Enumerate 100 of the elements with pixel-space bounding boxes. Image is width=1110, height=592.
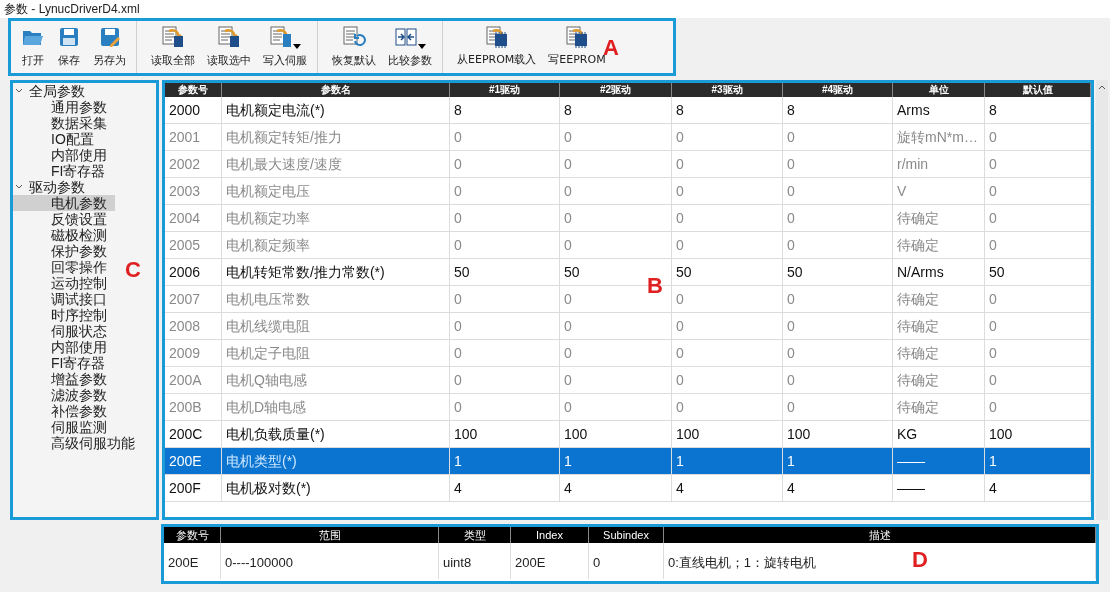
table-cell: 200A [165,367,222,393]
table-cell: 电机转矩常数/推力常数(*) [222,259,450,285]
column-header[interactable]: #1驱动 [450,83,560,97]
table-row[interactable]: 2001 电机额定转矩/推力 0 0 0 0 旋转mN*m… 0 [165,124,1091,151]
column-header[interactable]: #4驱动 [783,83,893,97]
tree-item[interactable]: 运动控制 [13,275,115,291]
toolbar-button[interactable]: 从EEPROM载入 [451,22,543,72]
column-header[interactable]: #3驱动 [672,83,783,97]
tree-item[interactable]: FI寄存器 [13,163,114,179]
table-cell: 0 [985,151,1091,177]
chevron-icon[interactable] [15,87,23,95]
toolbar-button[interactable]: 读取选中 [201,22,257,72]
window-title: 参数 - LynucDriverD4.xml [4,1,140,18]
chevron-icon[interactable] [15,183,23,191]
tree-item[interactable]: 数据采集 [13,115,115,131]
table-cell: 0 [783,124,893,150]
tree-item[interactable]: FI寄存器 [13,355,114,371]
table-cell: 2009 [165,340,222,366]
tree-item[interactable]: 回零操作 [13,259,115,275]
tree-item[interactable]: 增益参数 [13,371,115,387]
table-cell: 电机额定电压 [222,178,450,204]
tree-item[interactable]: 全局参数 [13,83,156,99]
tree-item[interactable]: 内部使用 [13,339,115,355]
table-cell: 电机类型(*) [222,448,450,474]
tree-item[interactable]: 滤波参数 [13,387,115,403]
table-cell: 0 [560,232,672,258]
table-cell: 0 [985,313,1091,339]
table-cell: 200F [165,475,222,501]
table-cell: 4 [985,475,1091,501]
table-row[interactable]: 2008 电机线缆电阻 0 0 0 0 待确定 0 [165,313,1091,340]
toolbar-button[interactable]: 打开 [15,22,51,72]
table-cell: 0 [985,124,1091,150]
table-cell: 待确定 [893,286,985,312]
table-cell: —— [893,448,985,474]
table-cell: 电机定子电阻 [222,340,450,366]
table-cell: 50 [985,259,1091,285]
column-header: 描述 [664,527,1096,543]
tree-item[interactable]: 高级伺服功能 [13,435,143,451]
toolbar-button[interactable]: 比较参数 [382,22,438,72]
table-cell: 待确定 [893,232,985,258]
tree-item[interactable]: 反馈设置 [13,211,115,227]
table-row[interactable]: 200B 电机D轴电感 0 0 0 0 待确定 0 [165,394,1091,421]
tree-item[interactable]: 内部使用 [13,147,115,163]
scrollbar[interactable] [1096,80,1108,520]
table-cell: 4 [450,475,560,501]
table-cell: 2008 [165,313,222,339]
table-row[interactable]: 2004 电机额定功率 0 0 0 0 待确定 0 [165,205,1091,232]
table-row[interactable]: 2005 电机额定频率 0 0 0 0 待确定 0 [165,232,1091,259]
table-cell: 0 [450,232,560,258]
table-cell: 1 [783,448,893,474]
scroll-up-icon[interactable] [1098,84,1106,90]
table-cell: 0 [783,232,893,258]
table-row[interactable]: 2000 电机额定电流(*) 8 8 8 8 Arms 8 [165,97,1091,124]
tree-item[interactable]: 调试接口 [13,291,115,307]
table-cell: 0 [783,394,893,420]
tree-item[interactable]: 电机参数 [13,195,115,211]
column-header[interactable]: 单位 [893,83,985,97]
tree-item[interactable]: 时序控制 [13,307,115,323]
table-row[interactable]: 200F 电机极对数(*) 4 4 4 4 —— 4 [165,475,1091,502]
table-cell: 电机线缆电阻 [222,313,450,339]
tree-item[interactable]: 磁极检测 [13,227,115,243]
table-cell: 0 [985,232,1091,258]
toolbar-button[interactable]: 恢复默认 [326,22,382,72]
table-cell: 2001 [165,124,222,150]
table-row[interactable]: 200A 电机Q轴电感 0 0 0 0 待确定 0 [165,367,1091,394]
toolbar-button[interactable]: 读取全部 [145,22,201,72]
tree-item[interactable]: 保护参数 [13,243,115,259]
table-cell: 0 [450,394,560,420]
toolbar-button[interactable]: 另存为 [87,22,132,72]
table-row[interactable]: 2003 电机额定电压 0 0 0 0 V 0 [165,178,1091,205]
caret-icon [418,44,426,50]
tree-item[interactable]: IO配置 [13,131,102,147]
toolbar-button[interactable]: 保存 [51,22,87,72]
toolbar-button[interactable]: 写入伺服 [257,22,313,72]
tree-item[interactable]: 通用参数 [13,99,115,115]
table-cell: 50 [783,259,893,285]
table-cell: 待确定 [893,313,985,339]
table-row[interactable]: 200E 电机类型(*) 1 1 1 1 —— 1 [165,448,1091,475]
table-cell: 200E [165,448,222,474]
column-header[interactable]: 参数号 [165,83,222,97]
table-row[interactable]: 2002 电机最大速度/速度 0 0 0 0 r/min 0 [165,151,1091,178]
tree-item[interactable]: 伺服监测 [13,419,115,435]
table-row[interactable]: 2009 电机定子电阻 0 0 0 0 待确定 0 [165,340,1091,367]
column-header[interactable]: 参数名 [222,83,450,97]
table-cell: 2000 [165,97,222,123]
table-cell: 0 [560,124,672,150]
column-header[interactable]: #2驱动 [560,83,672,97]
tree-item[interactable]: 驱动参数 [13,179,156,195]
detail-cell: 0 [589,543,664,579]
table-cell: 0 [672,178,783,204]
table-cell: 50 [672,259,783,285]
table-cell: 8 [783,97,893,123]
table-cell: 0 [450,124,560,150]
column-header: 参数号 [164,527,221,543]
table-cell: 0 [985,178,1091,204]
tree-item[interactable]: 伺服状态 [13,323,115,339]
table-cell: 0 [672,205,783,231]
column-header[interactable]: 默认值 [985,83,1091,97]
table-cell: 0 [783,178,893,204]
tree-item[interactable]: 补偿参数 [13,403,115,419]
